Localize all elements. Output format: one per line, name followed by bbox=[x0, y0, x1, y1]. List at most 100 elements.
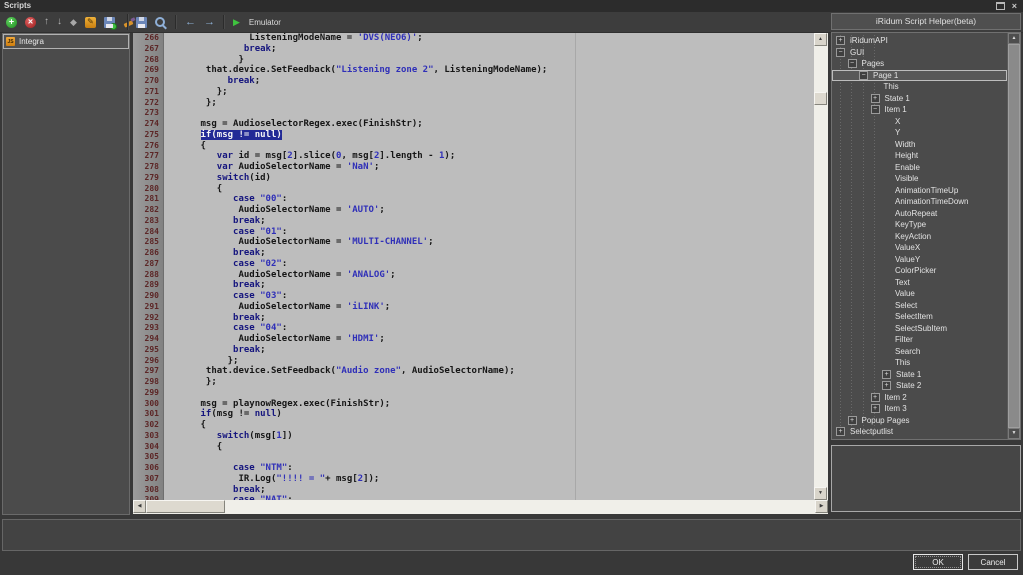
tree-item-label: Selectputlist bbox=[850, 427, 893, 436]
expand-icon[interactable]: + bbox=[836, 36, 845, 45]
tree-item-selectputlist[interactable]: + Selectputlist bbox=[832, 426, 1007, 438]
collapse-icon[interactable]: − bbox=[859, 71, 868, 80]
scroll-left-icon[interactable]: ◀ bbox=[133, 500, 146, 513]
tree-item-y[interactable]: Y bbox=[832, 127, 1007, 139]
tree-item-state-1[interactable]: +State 1 bbox=[832, 93, 1007, 105]
scroll-up-icon[interactable]: ▲ bbox=[1008, 33, 1020, 44]
save-button[interactable] bbox=[136, 17, 147, 28]
tree-item-gui[interactable]: −GUI bbox=[832, 47, 1007, 59]
collapse-icon[interactable]: − bbox=[836, 48, 845, 57]
delete-script-button[interactable]: × bbox=[25, 17, 36, 28]
undo-button[interactable]: ← bbox=[185, 17, 196, 28]
tree-item-popup-pages[interactable]: +Popup Pages bbox=[832, 415, 1007, 427]
tree-item-text[interactable]: Text bbox=[832, 277, 1007, 289]
tree-item-iridumapi[interactable]: +iRidumAPI bbox=[832, 35, 1007, 47]
tree-item-search[interactable]: Search bbox=[832, 346, 1007, 358]
tree-item-item-2[interactable]: +Item 2 bbox=[832, 392, 1007, 404]
tree-item-colorpicker[interactable]: ColorPicker bbox=[832, 265, 1007, 277]
export-script-button[interactable] bbox=[104, 17, 115, 28]
tree-item-selectsubitem[interactable]: SelectSubItem bbox=[832, 323, 1007, 335]
clean-script-button[interactable] bbox=[123, 16, 136, 28]
ok-button[interactable]: OK bbox=[913, 554, 963, 570]
tree-item-height[interactable]: Height bbox=[832, 150, 1007, 162]
code-area[interactable]: ListeningModeName = 'DVS(NEO6)'; break; … bbox=[165, 33, 814, 500]
close-icon[interactable]: × bbox=[1012, 2, 1017, 11]
tree-item-autorepeat[interactable]: AutoRepeat bbox=[832, 208, 1007, 220]
tree-scrollbar[interactable]: ▲ ▼ bbox=[1007, 33, 1020, 439]
tree-item-width[interactable]: Width bbox=[832, 139, 1007, 151]
code-line: case "04": bbox=[168, 323, 814, 334]
code-line: break; bbox=[168, 485, 814, 496]
cancel-button[interactable]: Cancel bbox=[968, 554, 1018, 570]
tree-item-label: State 2 bbox=[896, 381, 921, 390]
tree-item-this[interactable]: This bbox=[832, 357, 1007, 369]
line-number: 275 bbox=[133, 130, 159, 141]
move-down-button[interactable]: ↓ bbox=[57, 17, 62, 27]
tree-item-item-1[interactable]: −Item 1 bbox=[832, 104, 1007, 116]
line-number: 300 bbox=[133, 399, 159, 410]
code-line: { bbox=[168, 442, 814, 453]
expand-icon[interactable]: + bbox=[882, 370, 891, 379]
tree-item-animationtimeup[interactable]: AnimationTimeUp bbox=[832, 185, 1007, 197]
add-script-button[interactable]: + bbox=[6, 17, 17, 28]
move-up-button[interactable]: ↑ bbox=[44, 17, 49, 27]
scroll-down-icon[interactable]: ▼ bbox=[1008, 428, 1020, 439]
emulator-button-label[interactable]: Emulator bbox=[249, 18, 281, 27]
code-line: that.device.SetFeedback("Listening zone … bbox=[168, 65, 814, 76]
tree-item-pages[interactable]: −Pages bbox=[832, 58, 1007, 70]
expand-icon[interactable]: + bbox=[871, 393, 880, 402]
scroll-down-icon[interactable]: ▼ bbox=[814, 487, 827, 500]
expand-icon[interactable]: + bbox=[848, 416, 857, 425]
tree-item-this[interactable]: This bbox=[832, 81, 1007, 93]
tree-item-label: SelectItem bbox=[895, 312, 933, 321]
scroll-right-icon[interactable]: ▶ bbox=[815, 500, 828, 513]
tree-item-state-2[interactable]: + State 2 bbox=[832, 380, 1007, 392]
script-item-label: Integra bbox=[19, 37, 44, 46]
run-emulator-icon[interactable]: ▶ bbox=[233, 18, 240, 27]
tree-item-valuex[interactable]: ValueX bbox=[832, 242, 1007, 254]
horizontal-scroll-thumb[interactable] bbox=[146, 500, 225, 513]
line-number: 285 bbox=[133, 237, 159, 248]
tree-item-label: Item 3 bbox=[885, 404, 907, 413]
editor-horizontal-scrollbar[interactable]: ◀ ▶ bbox=[133, 500, 828, 514]
search-icon[interactable] bbox=[155, 17, 165, 27]
tree-item-label: Filter bbox=[895, 335, 913, 344]
tree-item-selectitem[interactable]: SelectItem bbox=[832, 311, 1007, 323]
line-number: 284 bbox=[133, 227, 159, 238]
redo-button[interactable]: → bbox=[204, 17, 215, 28]
tree-item-item-3[interactable]: + Item 3 bbox=[832, 403, 1007, 415]
vertical-scroll-thumb[interactable] bbox=[814, 92, 827, 105]
tree-item-filter[interactable]: Filter bbox=[832, 334, 1007, 346]
tree-item-animationtimedown[interactable]: AnimationTimeDown bbox=[832, 196, 1007, 208]
float-window-icon[interactable] bbox=[996, 2, 1005, 10]
collapse-icon[interactable]: − bbox=[848, 59, 857, 68]
tree-item-enable[interactable]: Enable bbox=[832, 162, 1007, 174]
tree-item-keyaction[interactable]: KeyAction bbox=[832, 231, 1007, 243]
edit-script-button[interactable]: ✎ bbox=[85, 17, 96, 28]
tree-scroll-thumb[interactable] bbox=[1008, 44, 1020, 428]
expand-icon[interactable]: + bbox=[836, 427, 845, 436]
tree-item-valuey[interactable]: ValueY bbox=[832, 254, 1007, 266]
editor-vertical-scrollbar[interactable]: ▲ ▼ bbox=[814, 33, 828, 500]
expand-icon[interactable]: + bbox=[871, 94, 880, 103]
script-item-integra[interactable]: JS Integra bbox=[3, 34, 129, 49]
line-number: 299 bbox=[133, 388, 159, 399]
scroll-up-icon[interactable]: ▲ bbox=[814, 33, 827, 46]
tree-item-state-1[interactable]: +State 1 bbox=[832, 369, 1007, 381]
expand-icon[interactable]: + bbox=[882, 381, 891, 390]
tree-item-keytype[interactable]: KeyType bbox=[832, 219, 1007, 231]
tree-item-visible[interactable]: Visible bbox=[832, 173, 1007, 185]
helper-panel-title: iRidum Script Helper(beta) bbox=[831, 13, 1021, 30]
code-editor[interactable]: 2662672682692702712722732742752762772782… bbox=[133, 33, 828, 514]
code-line: break; bbox=[168, 44, 814, 55]
tree-item-page-1[interactable]: −Page 1 bbox=[832, 70, 1007, 82]
code-line: AudioSelectorName = 'HDMI'; bbox=[168, 334, 814, 345]
expand-icon[interactable]: + bbox=[871, 404, 880, 413]
tree-item-select[interactable]: Select bbox=[832, 300, 1007, 312]
tree-item-value[interactable]: Value bbox=[832, 288, 1007, 300]
diamond-icon[interactable]: ◆ bbox=[70, 18, 77, 27]
tree-item-x[interactable]: X bbox=[832, 116, 1007, 128]
code-line: break; bbox=[168, 248, 814, 259]
line-number: 305 bbox=[133, 452, 159, 463]
collapse-icon[interactable]: − bbox=[871, 105, 880, 114]
